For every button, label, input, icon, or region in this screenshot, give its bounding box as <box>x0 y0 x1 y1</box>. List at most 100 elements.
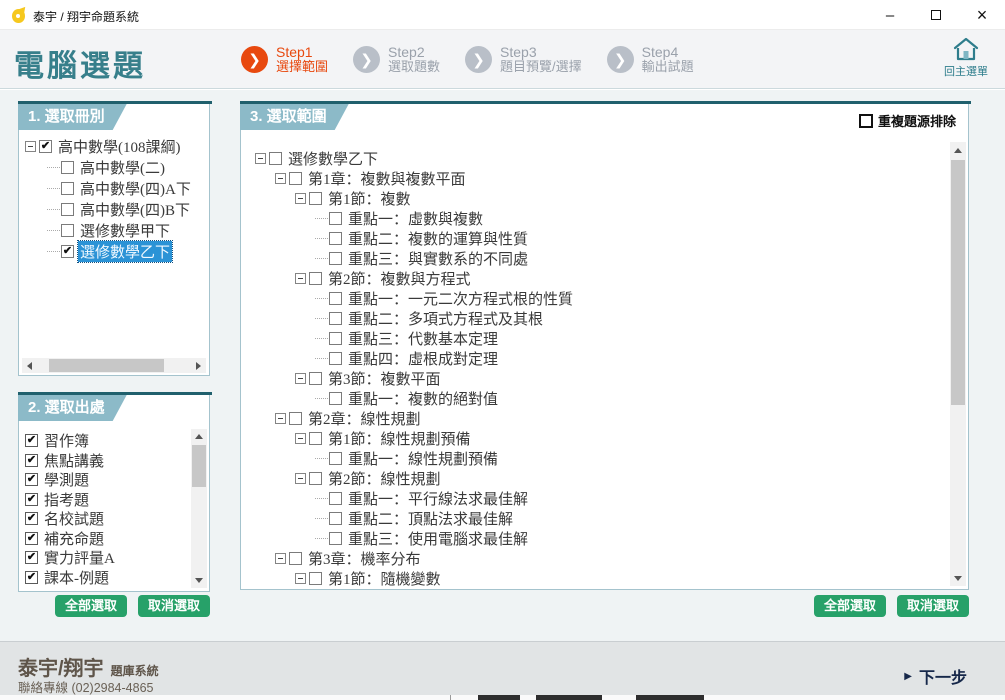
tree-item-label[interactable]: 高中數學(108課綱) <box>56 136 183 157</box>
scroll-down-icon[interactable] <box>191 573 207 588</box>
scrollbar-thumb[interactable] <box>951 160 965 405</box>
tree-collapse-icon[interactable] <box>295 193 306 204</box>
next-step-button[interactable]: ▶ 下一步 <box>904 664 967 688</box>
horizontal-scrollbar[interactable] <box>22 358 206 373</box>
tree-item-label[interactable]: 高中數學(四)A下 <box>78 178 193 199</box>
tree-checkbox[interactable] <box>39 140 52 153</box>
tree-item-label[interactable]: 第2節：線性規劃 <box>326 468 443 489</box>
tree-checkbox[interactable] <box>309 272 322 285</box>
vertical-scrollbar[interactable] <box>191 429 207 588</box>
select-all-button-main[interactable]: 全部選取 <box>814 595 886 617</box>
source-checkbox[interactable] <box>25 512 38 525</box>
source-label[interactable]: 學測題 <box>42 469 91 490</box>
tree-checkbox[interactable] <box>289 552 302 565</box>
source-checkbox[interactable] <box>25 571 38 584</box>
tree-checkbox[interactable] <box>269 152 282 165</box>
tree-item-label[interactable]: 重點三：代數基本定理 <box>346 328 500 349</box>
tree-item-label[interactable]: 重點一：複數的絕對值 <box>346 388 500 409</box>
tree-collapse-icon[interactable] <box>295 273 306 284</box>
tree-item-label[interactable]: 重點四：虛根成對定理 <box>346 348 500 369</box>
source-checkbox[interactable] <box>25 551 38 564</box>
tree-checkbox[interactable] <box>329 252 342 265</box>
tree-item-label[interactable]: 第1節：隨機變數 <box>326 568 443 589</box>
scroll-up-icon[interactable] <box>191 429 207 444</box>
tree-collapse-icon[interactable] <box>295 573 306 584</box>
tree-item-label[interactable]: 重點三：與實數系的不同處 <box>346 248 530 269</box>
tree-checkbox[interactable] <box>329 292 342 305</box>
close-icon[interactable]: × <box>959 0 1005 30</box>
tree-checkbox[interactable] <box>309 572 322 585</box>
tree-collapse-icon[interactable] <box>255 153 266 164</box>
tree-checkbox[interactable] <box>309 432 322 445</box>
tree-checkbox[interactable] <box>61 161 74 174</box>
tree-item-label[interactable]: 第1章：複數與複數平面 <box>306 168 468 189</box>
source-checkbox[interactable] <box>25 434 38 447</box>
tree-collapse-icon[interactable] <box>275 173 286 184</box>
tree-checkbox[interactable] <box>309 472 322 485</box>
tree-item-label[interactable]: 選修數學乙下 <box>78 241 172 262</box>
tree-item-label[interactable]: 第3章：機率分布 <box>306 548 423 569</box>
tree-checkbox[interactable] <box>289 412 302 425</box>
source-label[interactable]: 焦點講義 <box>42 450 106 471</box>
source-checkbox[interactable] <box>25 532 38 545</box>
tree-checkbox[interactable] <box>61 224 74 237</box>
tree-item-label[interactable]: 第3節：複數平面 <box>326 368 443 389</box>
tree-checkbox[interactable] <box>309 192 322 205</box>
deselect-all-button-left[interactable]: 取消選取 <box>138 595 210 617</box>
minimize-icon[interactable]: – <box>867 0 913 30</box>
tree-item-label[interactable]: 高中數學(四)B下 <box>78 199 192 220</box>
home-button[interactable]: 回主選單 <box>935 36 997 79</box>
source-label[interactable]: 補充命題 <box>42 528 106 549</box>
tree-collapse-icon[interactable] <box>25 141 36 152</box>
tree-checkbox[interactable] <box>329 232 342 245</box>
vertical-scrollbar[interactable] <box>950 142 966 586</box>
select-all-button-left[interactable]: 全部選取 <box>55 595 127 617</box>
tree-collapse-icon[interactable] <box>295 373 306 384</box>
tree-collapse-icon[interactable] <box>275 553 286 564</box>
tree-item-label[interactable]: 第1節：線性規劃預備 <box>326 428 473 449</box>
tree-item-label[interactable]: 選修數學甲下 <box>78 220 172 241</box>
source-checkbox[interactable] <box>25 454 38 467</box>
tree-checkbox[interactable] <box>329 452 342 465</box>
tree-checkbox[interactable] <box>329 492 342 505</box>
scroll-up-icon[interactable] <box>950 142 966 158</box>
tree-collapse-icon[interactable] <box>295 433 306 444</box>
source-label[interactable]: 名校試題 <box>42 508 106 529</box>
scrollbar-thumb[interactable] <box>49 359 164 372</box>
tree-item-label[interactable]: 重點一：線性規劃預備 <box>346 448 500 469</box>
tree-checkbox[interactable] <box>329 212 342 225</box>
tree-checkbox[interactable] <box>61 203 74 216</box>
tree-item-label[interactable]: 高中數學(二) <box>78 157 167 178</box>
scrollbar-thumb[interactable] <box>192 445 206 487</box>
tree-item-label[interactable]: 第1節：複數 <box>326 188 413 209</box>
tree-checkbox[interactable] <box>289 172 302 185</box>
tree-item-label[interactable]: 重點一：一元二次方程式根的性質 <box>346 288 575 309</box>
tree-checkbox[interactable] <box>329 312 342 325</box>
source-label[interactable]: 實力評量A <box>42 547 117 568</box>
scroll-left-icon[interactable] <box>22 358 37 373</box>
tree-item-label[interactable]: 重點二：多項式方程式及其根 <box>346 308 545 329</box>
tree-checkbox[interactable] <box>329 532 342 545</box>
dedupe-option[interactable]: 重複題源排除 <box>859 111 956 130</box>
tree-item-label[interactable]: 重點二：複數的運算與性質 <box>346 228 530 249</box>
maximize-icon[interactable] <box>913 0 959 30</box>
tree-checkbox[interactable] <box>309 372 322 385</box>
tree-item-label[interactable]: 重點三：使用電腦求最佳解 <box>346 528 530 549</box>
scroll-down-icon[interactable] <box>950 570 966 586</box>
deselect-all-button-main[interactable]: 取消選取 <box>897 595 969 617</box>
source-label[interactable]: 課本-例題 <box>42 567 111 588</box>
tree-item-label[interactable]: 選修數學乙下 <box>286 148 380 169</box>
dedupe-checkbox[interactable] <box>859 114 873 128</box>
tree-checkbox[interactable] <box>329 392 342 405</box>
tree-collapse-icon[interactable] <box>295 473 306 484</box>
source-label[interactable]: 指考題 <box>42 489 91 510</box>
source-checkbox[interactable] <box>25 473 38 486</box>
source-checkbox[interactable] <box>25 493 38 506</box>
tree-checkbox[interactable] <box>329 352 342 365</box>
tree-checkbox[interactable] <box>61 182 74 195</box>
tree-collapse-icon[interactable] <box>275 413 286 424</box>
scroll-right-icon[interactable] <box>191 358 206 373</box>
tree-checkbox[interactable] <box>61 245 74 258</box>
tree-item-label[interactable]: 重點一：虛數與複數 <box>346 208 485 229</box>
tree-item-label[interactable]: 第2節：複數與方程式 <box>326 268 473 289</box>
